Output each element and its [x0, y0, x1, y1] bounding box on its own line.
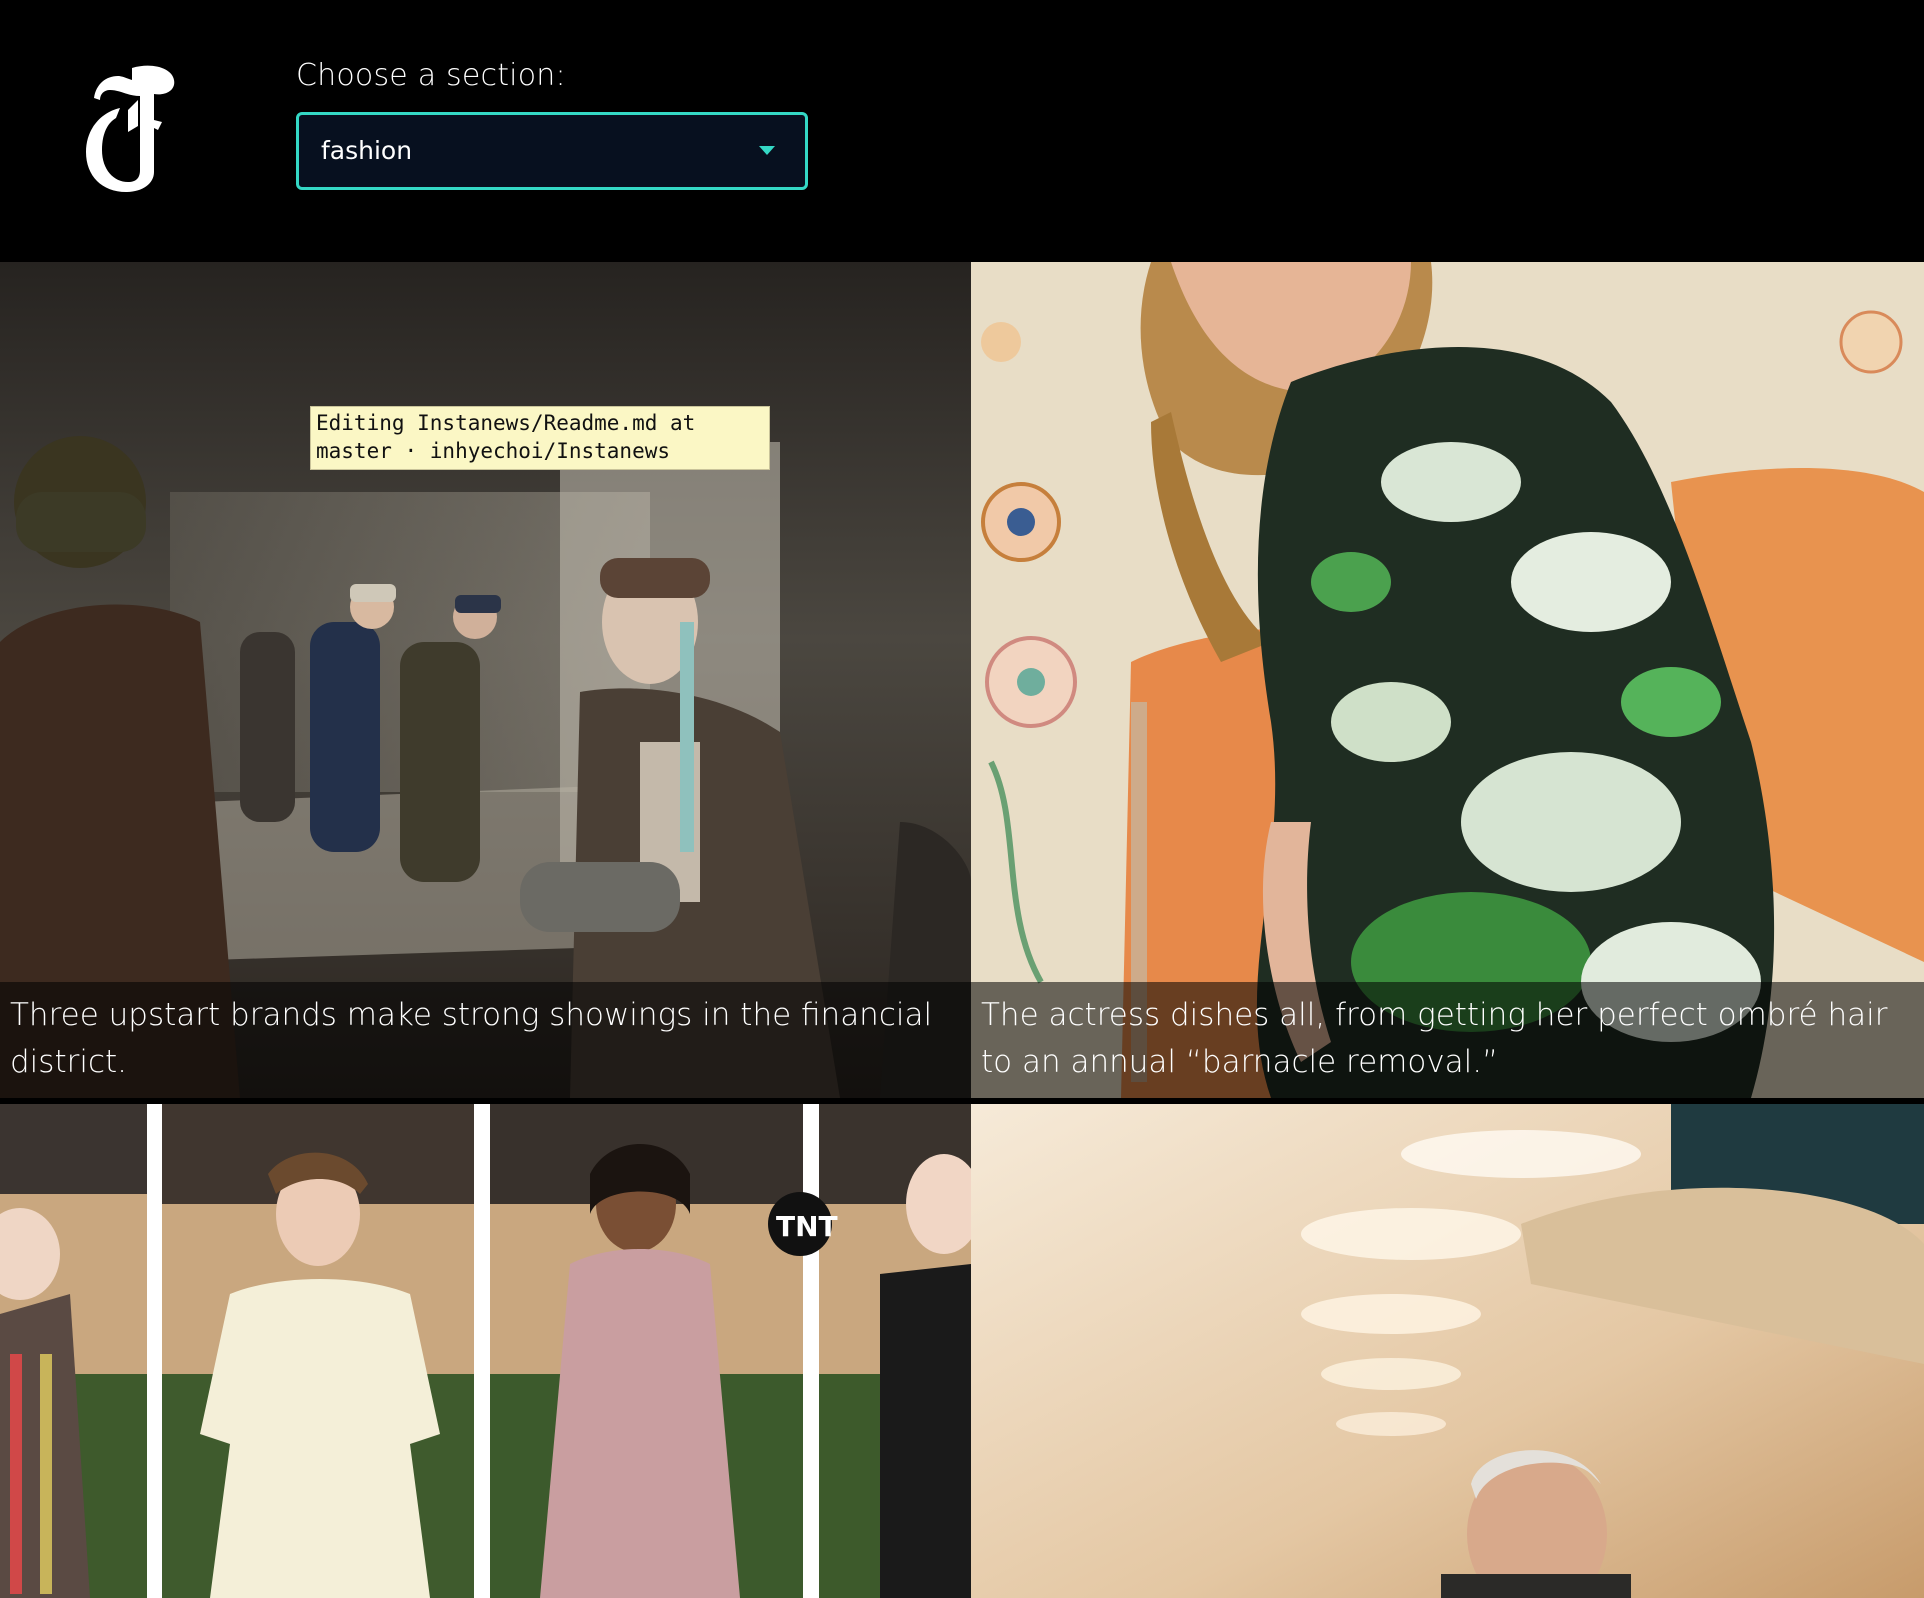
section-select[interactable]: fashion [296, 112, 808, 190]
section-select-value: fashion [321, 136, 413, 165]
article-tile[interactable]: The actress dishes all, from getting her… [971, 262, 1924, 1098]
browser-tooltip: Editing Instanews/Readme.md at master · … [310, 406, 770, 470]
page: Choose a section: fashion Three upstart … [0, 0, 1924, 1598]
article-tile[interactable]: Three upstart brands make strong showing… [0, 262, 971, 1098]
red-carpet-collage-photo: TNT [0, 1104, 971, 1598]
article-caption: Three upstart brands make strong showing… [0, 982, 971, 1098]
runway-models-photo [0, 262, 971, 1098]
nyt-logo-icon[interactable] [80, 60, 180, 195]
article-caption: The actress dishes all, from getting her… [971, 982, 1924, 1098]
section-label: Choose a section: [296, 58, 566, 93]
article-tile[interactable]: TNT [0, 1104, 971, 1598]
woman-floral-dress-photo [971, 262, 1924, 1098]
man-in-restaurant-photo [971, 1104, 1924, 1598]
article-tile[interactable] [971, 1104, 1924, 1598]
svg-text:TNT: TNT [776, 1210, 838, 1243]
header: Choose a section: fashion [0, 0, 1924, 262]
chevron-down-icon [759, 146, 775, 155]
